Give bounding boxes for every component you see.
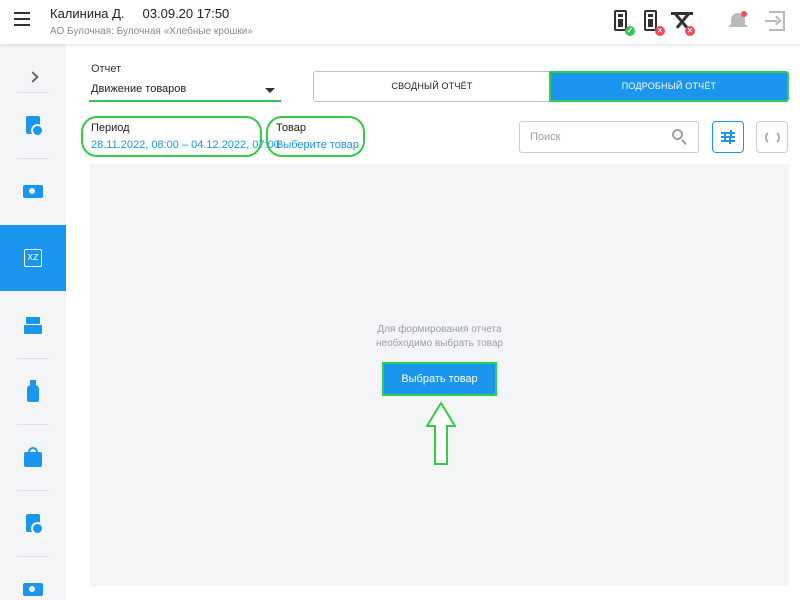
logout-icon[interactable] [765,11,785,31]
document-settings-icon [26,514,44,535]
cash-register-icon [24,316,42,334]
sidebar-item-cash-2[interactable] [0,556,66,600]
user-name: Калинина Д. [50,6,125,21]
menu-icon[interactable] [14,12,30,26]
bag-icon [24,447,42,467]
sidebar-item-bag[interactable] [0,424,66,490]
cash-icon [23,582,43,596]
refresh-icon [765,130,780,145]
empty-state-line-1: Для формирования отчета [377,324,502,335]
xz-report-icon: XZ [24,249,42,267]
select-product-button[interactable]: Выбрать товар [382,362,497,396]
tab-detailed-report[interactable]: ПОДРОБНЫЙ ОТЧЁТ [549,71,789,102]
product-label: Товар [276,122,306,134]
datetime: 03.09.20 17:50 [142,6,230,21]
notifications-bell-icon[interactable] [729,11,747,31]
report-type-select[interactable]: Движение товаров [89,80,281,102]
sliders-icon [721,130,735,144]
sidebar-item-xz-report[interactable]: XZ [0,225,66,291]
sidebar-item-cash[interactable] [0,158,66,224]
refresh-button[interactable] [756,121,788,153]
report-type-value: Движение товаров [91,83,187,95]
cash-icon [23,184,43,198]
user-info: Калинина Д. 03.09.20 17:50 [50,6,229,21]
scanner-icon[interactable]: × [641,10,665,36]
sidebar-item-documents-2[interactable] [0,490,66,556]
period-label: Период [91,122,130,134]
caret-down-icon [265,88,275,93]
filter-settings-button[interactable] [712,121,744,153]
tab-summary-report[interactable]: СВОДНЫЙ ОТЧЁТ [313,71,551,102]
report-label: Отчет [91,63,122,75]
bottle-icon [27,380,39,402]
report-content-area: Для формирования отчета необходимо выбра… [90,164,789,586]
sidebar-item-bottle[interactable] [0,358,66,424]
fiscal-printer-icon[interactable]: ✓ [611,10,635,36]
period-filter[interactable]: Период 28.11.2022, 08:00 – 04.12.2022, 0… [81,116,280,157]
annotation-arrow-up-icon [426,402,456,465]
search-box [519,121,699,153]
search-input[interactable] [530,128,660,146]
period-value: 28.11.2022, 08:00 – 04.12.2022, 07:00 [91,139,280,151]
document-settings-icon [26,116,44,137]
empty-state-line-2: необходимо выбрать товар [376,338,503,349]
organization-name: АО Булочная: Булочная «Хлебные крошки» [50,26,253,37]
sidebar-item-documents[interactable] [0,92,66,158]
chevron-right-icon [27,71,39,83]
product-value: Выберите товар [276,139,359,151]
product-filter[interactable]: Товар Выберите товар [266,116,365,157]
network-icon[interactable]: × [671,10,695,36]
search-icon[interactable] [672,129,688,145]
empty-state-message: Для формирования отчета необходимо выбра… [90,323,789,351]
sidebar: XZ [0,44,66,600]
top-bar: Калинина Д. 03.09.20 17:50 АО Булочная: Б… [0,0,800,44]
sidebar-item-register[interactable] [0,292,66,358]
